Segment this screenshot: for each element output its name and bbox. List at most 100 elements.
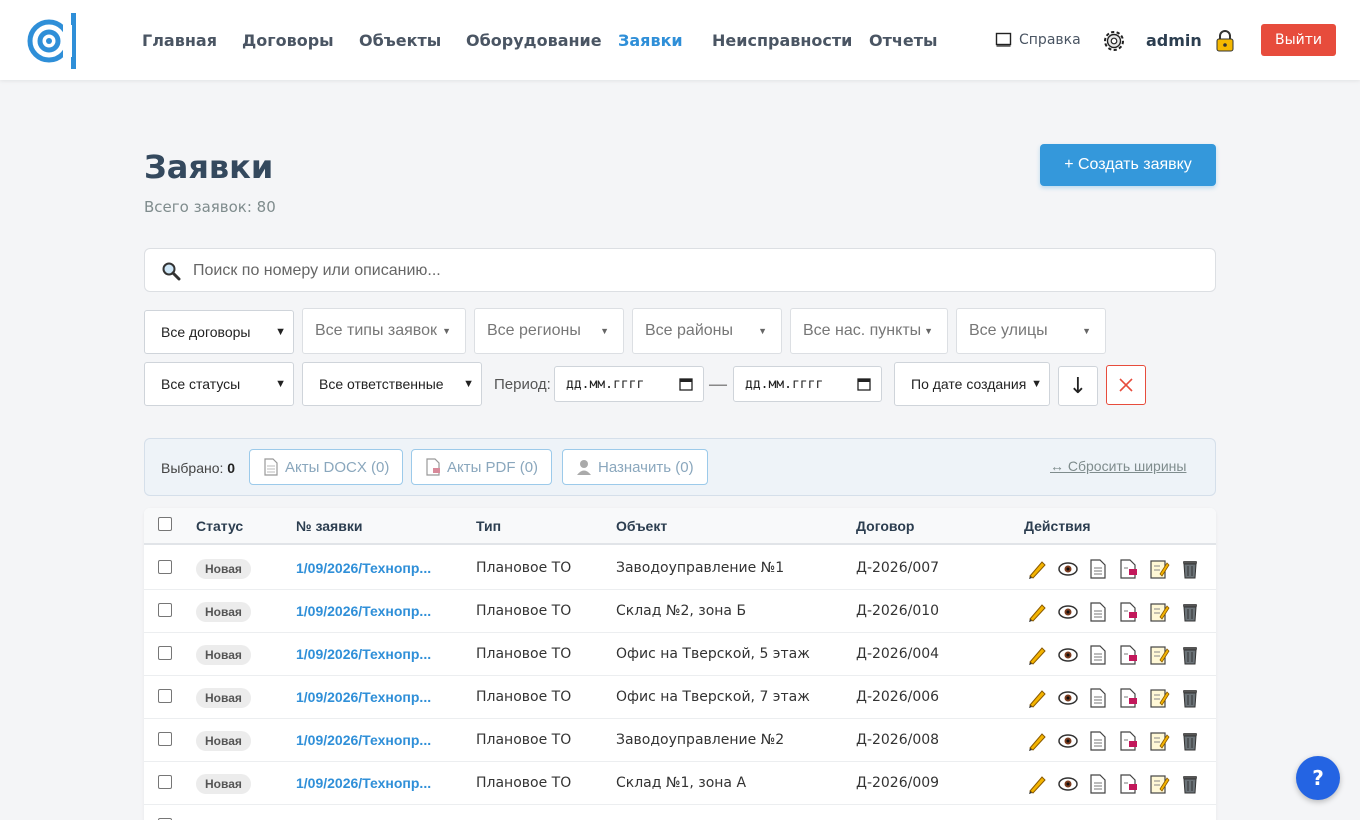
memo-icon[interactable]	[1148, 558, 1170, 580]
table-row: Новая 1/09/2026/Технопр... Плановое ТО З…	[144, 719, 1216, 762]
document-icon[interactable]	[1087, 773, 1109, 795]
status-badge: Новая	[196, 688, 251, 708]
document-icon[interactable]	[1087, 644, 1109, 666]
sort-direction-button[interactable]: ↓	[1058, 366, 1098, 406]
lock-icon[interactable]	[1215, 30, 1237, 52]
contracts-filter-value: Все договоры	[161, 324, 251, 340]
memo-icon[interactable]	[1148, 773, 1170, 795]
calendar-icon[interactable]	[679, 377, 693, 391]
acts-docx-button[interactable]: Акты DOCX (0)	[249, 449, 404, 485]
view-icon[interactable]	[1057, 730, 1079, 752]
trash-icon[interactable]	[1179, 601, 1201, 623]
trash-icon[interactable]	[1179, 644, 1201, 666]
trash-icon[interactable]	[1179, 773, 1201, 795]
search-input[interactable]	[193, 259, 1193, 283]
nav-contracts[interactable]: Договоры	[242, 31, 334, 50]
assign-button[interactable]: Назначить (0)	[562, 449, 708, 485]
request-contract: Д-2026/006	[856, 689, 940, 705]
create-request-button[interactable]: + Создать заявку	[1040, 144, 1216, 186]
row-checkbox[interactable]	[158, 689, 172, 703]
reset-widths-link[interactable]: ↔ Сбросить ширины	[1050, 458, 1186, 474]
statuses-filter-value: Все статусы	[161, 376, 241, 392]
gear-icon[interactable]	[1101, 28, 1127, 54]
header-number[interactable]: № заявки	[296, 518, 362, 534]
document-icon[interactable]	[1087, 730, 1109, 752]
help-link[interactable]: Справка	[995, 31, 1081, 48]
header-type[interactable]: Тип	[476, 518, 501, 534]
view-icon[interactable]	[1057, 773, 1079, 795]
nav-main[interactable]: Главная	[142, 31, 217, 50]
document-icon[interactable]	[1087, 601, 1109, 623]
logo-icon[interactable]	[27, 13, 83, 69]
memo-icon[interactable]	[1148, 730, 1170, 752]
row-checkbox[interactable]	[158, 775, 172, 789]
reset-filters-button[interactable]	[1106, 365, 1146, 405]
trash-icon[interactable]	[1179, 730, 1201, 752]
memo-icon[interactable]	[1148, 687, 1170, 709]
statuses-filter[interactable]: Все статусы ▼	[144, 362, 294, 406]
document-icon[interactable]	[1087, 687, 1109, 709]
nav-requests[interactable]: Заявки	[618, 31, 683, 50]
request-number-link[interactable]: 1/09/2026/Технопр...	[296, 689, 431, 705]
regions-filter[interactable]: Все регионы ▼	[474, 308, 624, 354]
request-number-link[interactable]: 1/09/2026/Технопр...	[296, 775, 431, 791]
username: admin	[1146, 31, 1202, 50]
pdf-document-icon[interactable]	[1117, 773, 1139, 795]
view-icon[interactable]	[1057, 644, 1079, 666]
header-contract[interactable]: Договор	[856, 518, 914, 534]
districts-filter[interactable]: Все районы ▼	[632, 308, 782, 354]
status-badge: Новая	[196, 774, 251, 794]
date-from-input[interactable]: дд.мм.гггг	[554, 366, 704, 402]
calendar-icon[interactable]	[857, 377, 871, 391]
assign-label: Назначить (0)	[598, 458, 694, 476]
book-icon	[995, 32, 1012, 47]
streets-filter[interactable]: Все улицы ▼	[956, 308, 1106, 354]
edit-icon[interactable]	[1026, 558, 1048, 580]
request-number-link[interactable]: 1/09/2026/Технопр...	[296, 560, 431, 576]
request-number-link[interactable]: 1/09/2026/Технопр...	[296, 646, 431, 662]
memo-icon[interactable]	[1148, 644, 1170, 666]
document-icon[interactable]	[1087, 558, 1109, 580]
header-object[interactable]: Объект	[616, 518, 667, 534]
nav-faults[interactable]: Неисправности	[712, 31, 852, 50]
acts-pdf-button[interactable]: Акты PDF (0)	[411, 449, 553, 485]
trash-icon[interactable]	[1179, 687, 1201, 709]
assignees-filter[interactable]: Все ответственные ▼	[302, 362, 482, 406]
selected-counter: Выбрано: 0	[161, 460, 235, 476]
request-types-filter[interactable]: Все типы заявок ▼	[302, 308, 466, 354]
header-status[interactable]: Статус	[196, 518, 243, 534]
nav-reports[interactable]: Отчеты	[869, 31, 937, 50]
nav-equipment[interactable]: Оборудование	[466, 31, 602, 50]
sort-select[interactable]: По дате создания ▼	[894, 362, 1050, 406]
row-checkbox[interactable]	[158, 560, 172, 574]
view-icon[interactable]	[1057, 601, 1079, 623]
date-to-input[interactable]: дд.мм.гггг	[733, 366, 882, 402]
pdf-document-icon[interactable]	[1117, 687, 1139, 709]
logout-button[interactable]: Выйти	[1261, 24, 1336, 56]
pdf-document-icon[interactable]	[1117, 558, 1139, 580]
request-number-link[interactable]: 1/09/2026/Технопр...	[296, 732, 431, 748]
view-icon[interactable]	[1057, 558, 1079, 580]
edit-icon[interactable]	[1026, 687, 1048, 709]
row-checkbox[interactable]	[158, 646, 172, 660]
requests-count: Всего заявок: 80	[144, 198, 276, 216]
contracts-filter[interactable]: Все договоры ▼	[144, 310, 294, 354]
help-fab-button[interactable]: ?	[1296, 756, 1340, 800]
edit-icon[interactable]	[1026, 601, 1048, 623]
memo-icon[interactable]	[1148, 601, 1170, 623]
settlements-filter[interactable]: Все нас. пункты ▼	[790, 308, 948, 354]
select-all-checkbox[interactable]	[158, 517, 172, 531]
pdf-document-icon[interactable]	[1117, 644, 1139, 666]
edit-icon[interactable]	[1026, 644, 1048, 666]
nav-objects[interactable]: Объекты	[359, 31, 441, 50]
pdf-document-icon[interactable]	[1117, 601, 1139, 623]
edit-icon[interactable]	[1026, 730, 1048, 752]
requests-table: Статус № заявки Тип Объект Договор Дейст…	[144, 508, 1216, 820]
row-checkbox[interactable]	[158, 732, 172, 746]
trash-icon[interactable]	[1179, 558, 1201, 580]
pdf-document-icon[interactable]	[1117, 730, 1139, 752]
edit-icon[interactable]	[1026, 773, 1048, 795]
row-checkbox[interactable]	[158, 603, 172, 617]
request-number-link[interactable]: 1/09/2026/Технопр...	[296, 603, 431, 619]
view-icon[interactable]	[1057, 687, 1079, 709]
